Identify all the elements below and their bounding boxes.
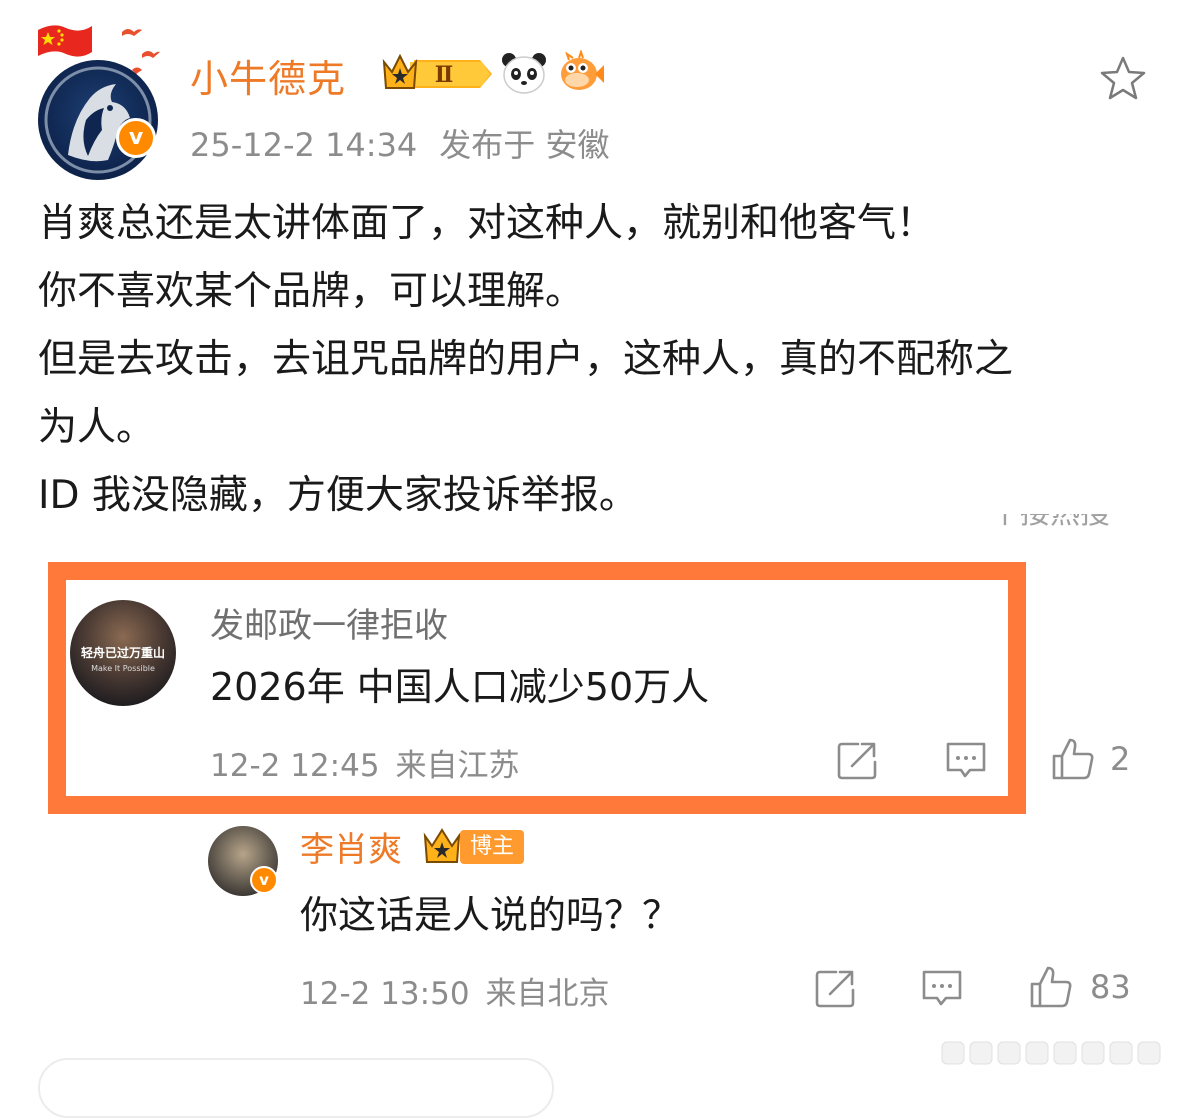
post-location: 发布于 安徽	[439, 126, 610, 164]
comment-meta: 12-2 12:45 来自江苏	[210, 740, 520, 785]
crown-level-badge-icon	[423, 828, 461, 863]
post-line: 你不喜欢某个品牌，可以理解。	[38, 269, 585, 314]
blogger-name[interactable]: 李肖爽	[300, 822, 402, 871]
crown-level-badge-icon[interactable]: Ⅱ	[380, 50, 494, 96]
comment-icon[interactable]	[920, 968, 964, 1008]
post-timestamp: 25-12-2 14:34	[190, 126, 418, 164]
post-line: 为人。	[38, 405, 156, 450]
share-icon[interactable]	[836, 740, 880, 780]
star-favorite-icon[interactable]	[1098, 54, 1148, 102]
badge-level-text: Ⅱ	[435, 62, 454, 88]
reply-location: 来自北京	[485, 976, 610, 1012]
commenter-name[interactable]: 发邮政一律拒收	[210, 598, 448, 647]
comment-time: 12-2 12:45	[210, 748, 380, 784]
post-meta: 25-12-2 14:34 发布于 安徽	[190, 120, 609, 166]
like-count: 2	[1110, 740, 1131, 778]
panda-icon	[502, 53, 546, 94]
like-icon[interactable]	[1028, 964, 1074, 1010]
watermark-icon	[941, 1041, 1161, 1065]
author-name[interactable]: 小牛德克	[190, 48, 346, 103]
verified-badge-icon: v	[116, 118, 156, 158]
comment-text: 2026年 中国人口减少50万人	[210, 665, 710, 709]
like-count: 83	[1090, 968, 1131, 1006]
pufferfish-icon	[561, 50, 604, 90]
blogger-tag: 博主	[460, 830, 525, 864]
commenter-avatar[interactable]: 轻舟已过万重山 Make It Possible	[70, 600, 176, 706]
avatar-subtext: Make It Possible	[91, 664, 155, 673]
avatar-text: 轻舟已过万重山	[80, 646, 165, 660]
verified-badge-icon: v	[250, 866, 278, 894]
post-line: 但是去攻击，去诅咒品牌的用户，这种人，真的不配称之	[38, 337, 1014, 382]
china-flag-icon	[38, 25, 92, 57]
reply-text: 你这话是人说的吗？？	[300, 893, 681, 937]
like-icon[interactable]	[1050, 736, 1096, 782]
reply-meta: 12-2 13:50 来自北京	[300, 968, 610, 1013]
reply-time: 12-2 13:50	[300, 976, 470, 1012]
cut-off-text: 个接热搜	[990, 514, 1130, 534]
next-comment-card[interactable]	[38, 1058, 554, 1118]
comment-location: 来自江苏	[395, 748, 520, 784]
post-line: 肖爽总还是太讲体面了，对这种人，就别和他客气！	[38, 201, 936, 246]
share-icon[interactable]	[814, 968, 858, 1008]
post-text: 肖爽总还是太讲体面了，对这种人，就别和他客气！ 你不喜欢某个品牌，可以理解。 但…	[38, 190, 1158, 530]
comment-icon[interactable]	[944, 740, 988, 780]
